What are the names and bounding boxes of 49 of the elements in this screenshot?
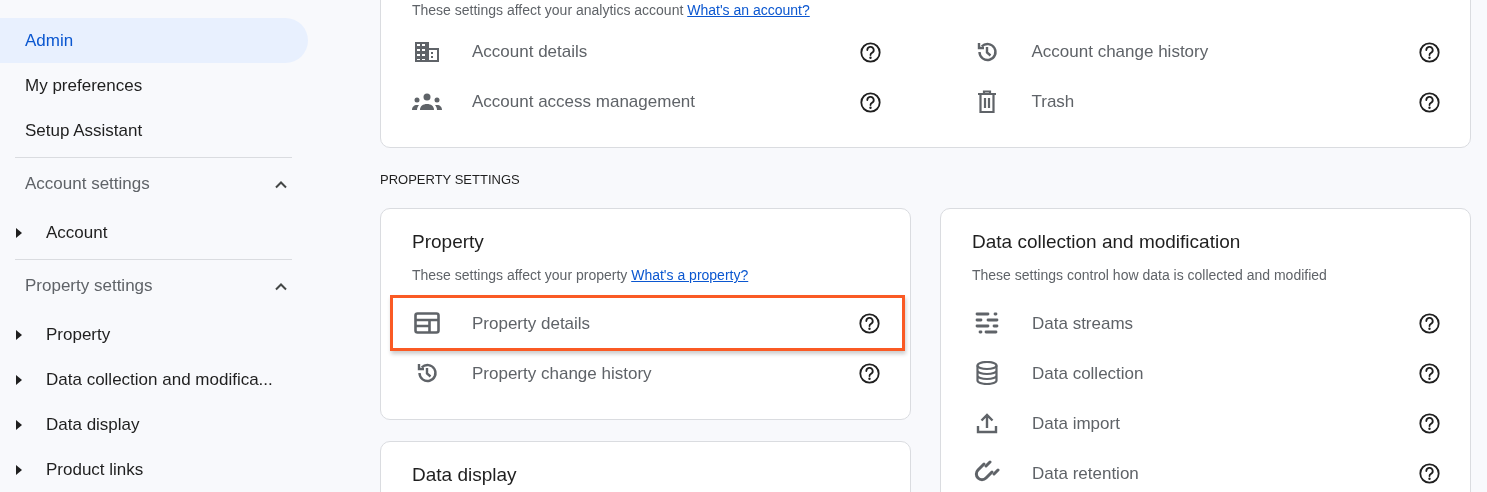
setting-row[interactable]: Data collection — [941, 348, 1470, 399]
setting-row[interactable]: Property change history — [381, 348, 910, 399]
nav-item[interactable]: Admin — [0, 18, 308, 63]
section-heading: PROPERTY SETTINGS — [380, 171, 521, 189]
setting-row[interactable]: Trash — [940, 77, 1470, 127]
description-text: These settings control how data is collected and modified — [971, 266, 1328, 286]
section-header[interactable]: Account settings — [0, 158, 292, 210]
chevron-up-icon — [274, 179, 288, 189]
description-text: These settings affect your property What's a property? — [411, 266, 750, 286]
help-icon[interactable] — [859, 362, 880, 384]
section-header[interactable]: Property settings — [0, 260, 292, 312]
help-icon[interactable] — [1419, 91, 1440, 113]
setting-row[interactable]: Data streams — [941, 298, 1470, 349]
caret-right-icon — [15, 374, 23, 385]
card-title: Property — [411, 229, 485, 254]
building-icon — [412, 40, 442, 64]
chevron-up-icon — [274, 281, 288, 291]
help-icon[interactable] — [859, 312, 880, 334]
caret-right-icon — [15, 419, 23, 430]
nav-item[interactable]: Data collection and modifica... — [0, 357, 279, 402]
help-icon[interactable] — [1419, 412, 1440, 434]
help-link[interactable]: What's an account? — [687, 2, 810, 18]
help-icon[interactable] — [859, 41, 881, 63]
setting-row[interactable]: Data import — [941, 398, 1470, 449]
caret-right-icon — [15, 464, 23, 475]
setting-row[interactable]: Account change history — [940, 27, 1470, 77]
help-icon[interactable] — [859, 91, 881, 113]
nav-item[interactable]: Account — [0, 210, 114, 255]
setting-row[interactable]: Data retention — [941, 448, 1470, 492]
nav-item[interactable]: Data display — [0, 402, 146, 447]
nav-item[interactable]: Setup Assistant — [0, 108, 308, 153]
highlighted-setting-row[interactable]: Property details — [393, 298, 902, 349]
nav-item[interactable]: Product links — [0, 447, 150, 492]
setting-row[interactable]: Account access management — [381, 77, 911, 127]
help-icon[interactable] — [1419, 462, 1440, 484]
card-title: Data collection and modification — [971, 229, 1242, 254]
nav-item[interactable]: Property — [0, 312, 117, 357]
help-icon[interactable] — [1419, 362, 1440, 384]
card-title: Data display — [411, 463, 518, 488]
help-link[interactable]: What's a property? — [631, 267, 749, 284]
caret-right-icon — [15, 227, 23, 238]
nav-item[interactable]: My preferences — [0, 63, 308, 108]
panel-icon — [412, 312, 442, 335]
setting-row[interactable]: Account details — [381, 27, 911, 77]
caret-right-icon — [15, 329, 23, 340]
people-icon — [412, 93, 442, 111]
description-text: These settings affect your analytics account What's an account? — [411, 1, 811, 20]
help-icon[interactable] — [1419, 41, 1440, 63]
help-icon[interactable] — [1419, 312, 1440, 334]
